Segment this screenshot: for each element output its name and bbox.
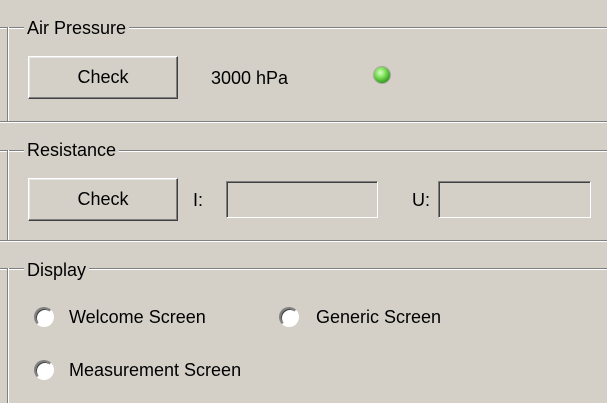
settings-panel: Air Pressure Check 3000 hPa Resistance C…: [0, 0, 612, 403]
air-pressure-check-button[interactable]: Check: [28, 56, 178, 99]
window-edge: [607, 0, 612, 403]
display-legend: Display: [24, 259, 90, 281]
radio-button-icon[interactable]: [34, 360, 54, 380]
resistance-group-border-left: [7, 150, 9, 240]
air-pressure-group-border-left: [7, 27, 9, 121]
radio-label[interactable]: Generic Screen: [316, 306, 441, 328]
current-field[interactable]: [226, 181, 378, 218]
radio-button-icon[interactable]: [34, 307, 54, 327]
display-group-border-left: [7, 268, 9, 403]
group-divider-2: [0, 240, 607, 242]
voltage-label: U:: [412, 190, 430, 210]
resistance-check-button[interactable]: Check: [28, 178, 178, 221]
display-group-border-top: [0, 268, 607, 270]
air-pressure-legend: Air Pressure: [24, 17, 130, 39]
radio-button-icon[interactable]: [279, 307, 299, 327]
air-pressure-value: 3000 hPa: [211, 68, 289, 88]
resistance-legend: Resistance: [24, 139, 120, 161]
voltage-field[interactable]: [438, 181, 591, 218]
radio-label[interactable]: Measurement Screen: [69, 359, 241, 381]
current-label: I:: [193, 190, 204, 210]
status-led-icon: [374, 67, 390, 83]
group-divider-1: [0, 121, 607, 123]
radio-label[interactable]: Welcome Screen: [69, 306, 206, 328]
